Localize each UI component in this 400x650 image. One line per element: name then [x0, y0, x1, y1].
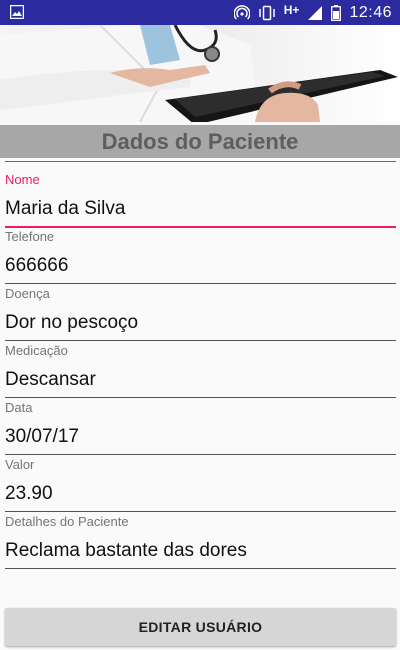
detalhes-label: Detalhes do Paciente	[5, 514, 129, 529]
telefone-field[interactable]: Telefone 666666	[5, 229, 396, 284]
data-underline	[5, 454, 396, 455]
hotspot-icon	[233, 4, 250, 20]
medicacao-underline	[5, 397, 396, 398]
telefone-label: Telefone	[5, 229, 55, 244]
image-icon	[10, 5, 24, 19]
status-bar: H+ 12:46	[0, 0, 400, 25]
valor-input[interactable]: 23.90	[5, 482, 396, 506]
data-field[interactable]: Data 30/07/17	[5, 400, 396, 455]
signal-icon	[308, 5, 323, 20]
medicacao-input[interactable]: Descansar	[5, 368, 396, 392]
divider	[5, 161, 396, 162]
nome-underline	[5, 226, 396, 228]
telefone-input[interactable]: 666666	[5, 254, 396, 278]
doenca-input[interactable]: Dor no pescoço	[5, 311, 396, 335]
valor-underline	[5, 511, 396, 512]
valor-field[interactable]: Valor 23.90	[5, 457, 396, 512]
telefone-underline	[5, 283, 396, 284]
doctor-tablet-image	[0, 25, 400, 122]
valor-label: Valor	[5, 457, 35, 472]
doenca-field[interactable]: Doença Dor no pescoço	[5, 286, 396, 341]
detalhes-underline	[5, 568, 396, 569]
page-title: Dados do Paciente	[101, 128, 299, 154]
detalhes-input[interactable]: Reclama bastante das dores	[5, 539, 396, 563]
clock: 12:46	[349, 3, 392, 21]
doenca-underline	[5, 340, 396, 341]
page-title-band: Dados do Paciente	[0, 125, 400, 158]
network-type: H+	[283, 2, 300, 17]
nome-input[interactable]: Maria da Silva	[5, 197, 396, 221]
battery-icon	[331, 4, 342, 21]
medicacao-label: Medicação	[5, 343, 68, 358]
edit-user-button[interactable]: EDITAR USUÁRIO	[5, 608, 396, 646]
medicacao-field[interactable]: Medicação Descansar	[5, 343, 396, 398]
vibrate-icon	[259, 5, 275, 20]
data-label: Data	[5, 400, 33, 415]
doenca-label: Doença	[5, 286, 50, 301]
data-input[interactable]: 30/07/17	[5, 425, 396, 449]
detalhes-field[interactable]: Detalhes do Paciente Reclama bastante da…	[5, 514, 396, 569]
nome-label: Nome	[5, 172, 40, 187]
nome-field[interactable]: Nome Maria da Silva	[5, 172, 396, 228]
